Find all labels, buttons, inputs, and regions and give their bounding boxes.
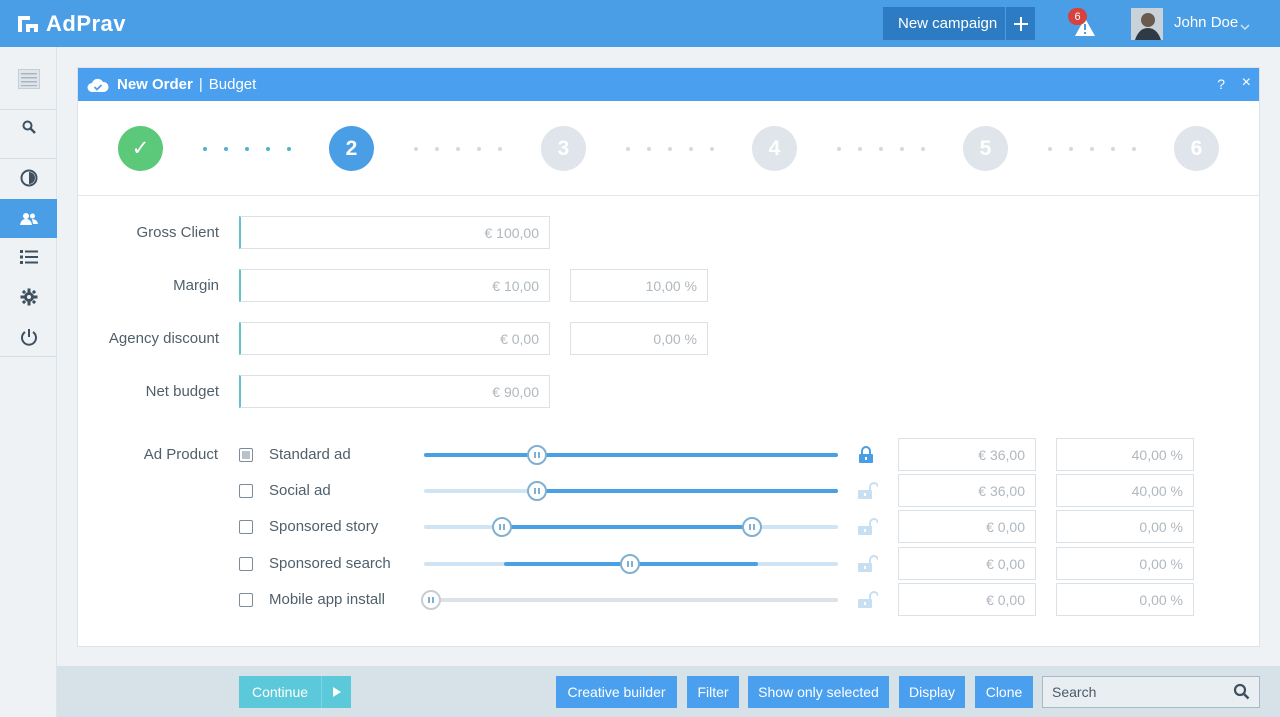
new-campaign-label: New campaign [898, 15, 998, 32]
net-budget-label: Net budget [145, 383, 219, 400]
search-placeholder: Search [1052, 684, 1097, 700]
sponsored-search-checkbox[interactable] [239, 557, 253, 571]
play-icon[interactable] [321, 676, 351, 708]
top-bar: AdPrav New campaign 6 John Doe [0, 0, 1280, 47]
gross-client-label: Gross Client [136, 224, 219, 241]
sponsored-story-amount-input[interactable]: € 0,00 [898, 510, 1036, 543]
step-3[interactable]: 3 [541, 126, 586, 171]
logo-text: AdPrav [46, 11, 127, 36]
margin-amount-input[interactable]: € 10,00 [239, 269, 550, 302]
standard-ad-slider-track[interactable] [424, 453, 838, 457]
panel-subtitle: Budget [208, 76, 257, 93]
power-icon [20, 328, 37, 346]
sidebar-item-search[interactable] [0, 107, 57, 146]
close-button[interactable]: × [1242, 74, 1251, 92]
creative-builder-button[interactable]: Creative builder [556, 676, 677, 708]
user-name[interactable]: John Doe [1174, 14, 1238, 31]
mobile-app-install-slider-track[interactable] [424, 598, 838, 602]
mobile-app-install-label: Mobile app install [269, 591, 385, 608]
agency-discount-label: Agency discount [108, 330, 219, 347]
standard-ad-percent-input[interactable]: 40,00 % [1056, 438, 1194, 471]
sidebar-item-reports[interactable] [0, 158, 57, 197]
search-icon [22, 120, 36, 134]
sponsored-story-slider-range [502, 525, 752, 529]
new-campaign-button[interactable]: New campaign [883, 7, 1035, 40]
display-button[interactable]: Display [899, 676, 965, 708]
sponsored-story-slider-handle-start[interactable] [492, 517, 512, 537]
sidebar-item-settings[interactable] [0, 277, 57, 316]
chevron-down-icon[interactable] [1240, 18, 1250, 36]
standard-ad-label: Standard ad [269, 446, 351, 463]
social-ad-amount-input[interactable]: € 36,00 [898, 474, 1036, 507]
gear-icon [20, 288, 37, 305]
sidebar [0, 47, 57, 717]
sponsored-search-amount-input[interactable]: € 0,00 [898, 547, 1036, 580]
step-2[interactable]: 2 [329, 126, 374, 171]
social-ad-slider-range [537, 489, 838, 493]
margin-label: Margin [173, 277, 219, 294]
continue-button[interactable]: Continue [239, 676, 321, 708]
search-input[interactable]: Search [1042, 676, 1260, 708]
alerts-count-badge: 6 [1068, 8, 1087, 25]
mobile-app-install-slider-handle[interactable] [421, 590, 441, 610]
sponsored-search-percent-input[interactable]: 0,00 % [1056, 547, 1194, 580]
panel-header: New Order | Budget ? × [78, 68, 1259, 101]
search-icon[interactable] [1233, 683, 1250, 703]
sponsored-story-percent-input[interactable]: 0,00 % [1056, 510, 1194, 543]
mobile-app-install-checkbox[interactable] [239, 593, 253, 607]
wizard-steps: ✓ 2 3 4 5 6 [78, 101, 1259, 196]
menu-icon [17, 68, 40, 89]
sidebar-item-logout[interactable] [0, 317, 57, 356]
sidebar-item-lists[interactable] [0, 237, 57, 276]
step-1[interactable]: ✓ [118, 126, 163, 171]
sponsored-story-label: Sponsored story [269, 518, 379, 535]
step-6[interactable]: 6 [1174, 126, 1219, 171]
gross-client-input[interactable]: € 100,00 [239, 216, 550, 249]
sponsored-search-slider-handle[interactable] [620, 554, 640, 574]
social-ad-slider-handle[interactable] [527, 481, 547, 501]
panel-title: New Order [117, 76, 193, 93]
mobile-app-install-percent-input[interactable]: 0,00 % [1056, 583, 1194, 616]
logo-mark-icon [18, 16, 38, 32]
lock-open-icon[interactable] [858, 591, 879, 614]
agency-discount-amount-input[interactable]: € 0,00 [239, 322, 550, 355]
plus-icon [1005, 7, 1035, 40]
social-ad-percent-input[interactable]: 40,00 % [1056, 474, 1194, 507]
sidebar-item-users[interactable] [0, 199, 57, 238]
app-logo[interactable]: AdPrav [16, 10, 126, 38]
lock-open-icon[interactable] [858, 482, 879, 505]
mobile-app-install-amount-input[interactable]: € 0,00 [898, 583, 1036, 616]
sponsored-story-checkbox[interactable] [239, 520, 253, 534]
net-budget-input[interactable]: € 90,00 [239, 375, 550, 408]
list-icon [19, 249, 38, 264]
standard-ad-checkbox[interactable] [239, 448, 253, 462]
lock-closed-icon[interactable] [858, 446, 874, 469]
cloud-check-icon [87, 77, 109, 93]
title-separator: | [198, 76, 203, 93]
agency-discount-percent-input[interactable]: 0,00 % [570, 322, 708, 355]
avatar[interactable] [1131, 8, 1163, 40]
standard-ad-amount-input[interactable]: € 36,00 [898, 438, 1036, 471]
step-5[interactable]: 5 [963, 126, 1008, 171]
filter-button[interactable]: Filter [687, 676, 739, 708]
clone-button[interactable]: Clone [975, 676, 1033, 708]
sponsored-search-label: Sponsored search [269, 555, 391, 572]
users-icon [19, 212, 38, 225]
sponsored-story-slider-handle-end[interactable] [742, 517, 762, 537]
ad-product-label: Ad Product [143, 446, 218, 463]
lock-open-icon[interactable] [858, 518, 879, 541]
help-button[interactable]: ? [1217, 76, 1225, 92]
standard-ad-slider-handle[interactable] [527, 445, 547, 465]
social-ad-checkbox[interactable] [239, 484, 253, 498]
pie-chart-icon [20, 169, 37, 186]
show-only-selected-button[interactable]: Show only selected [748, 676, 889, 708]
social-ad-label: Social ad [269, 482, 331, 499]
sidebar-menu-toggle[interactable] [0, 59, 57, 98]
step-4[interactable]: 4 [752, 126, 797, 171]
lock-open-icon[interactable] [858, 555, 879, 578]
margin-percent-input[interactable]: 10,00 % [570, 269, 708, 302]
